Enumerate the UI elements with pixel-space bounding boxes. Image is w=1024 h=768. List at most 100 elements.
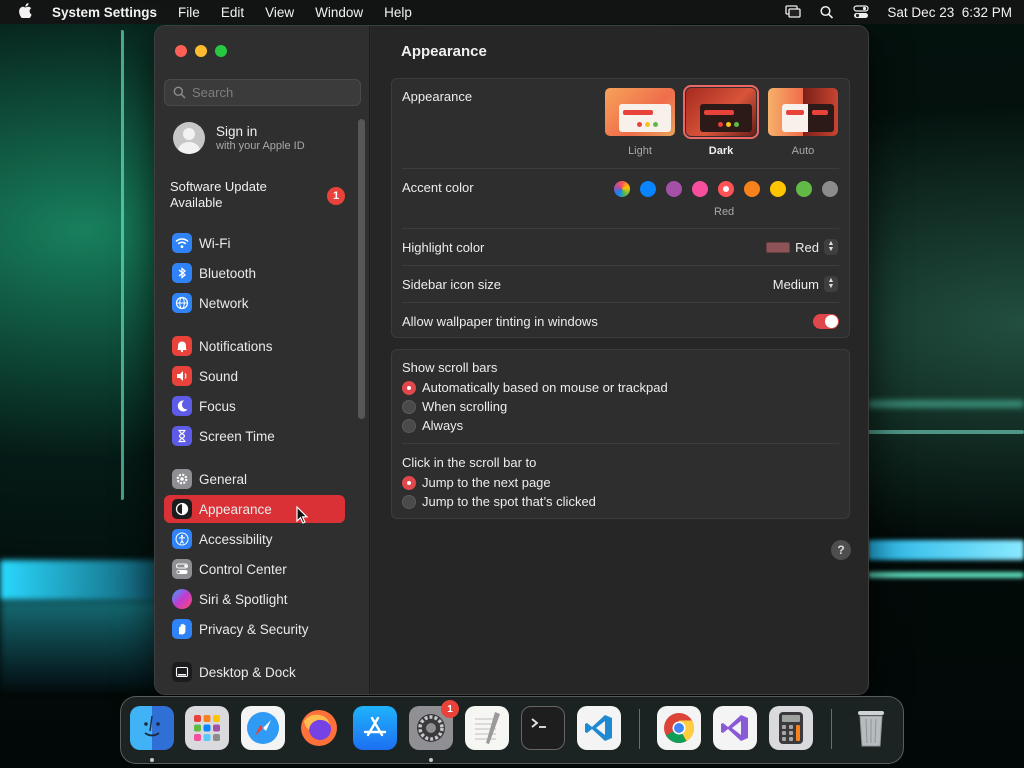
wallpaper-tinting-toggle[interactable]	[813, 314, 839, 329]
control-center-icon	[172, 559, 192, 579]
radio-label: Always	[422, 418, 464, 433]
accent-blue-swatch[interactable]	[640, 181, 656, 197]
click-scroll-option-spot-clicked[interactable]: Jump to the spot that’s clicked	[402, 494, 596, 509]
accent-pink-swatch[interactable]	[692, 181, 708, 197]
finder-icon[interactable]	[130, 706, 174, 750]
accent-orange-swatch[interactable]	[744, 181, 760, 197]
sidebar-item-bluetooth[interactable]: Bluetooth	[164, 259, 345, 287]
software-update-label: Software Update Available	[170, 179, 267, 210]
highlight-color-value: Red	[795, 239, 819, 255]
sidebar-icon-size-value: Medium	[772, 276, 819, 292]
apple-menu-icon[interactable]	[12, 3, 38, 21]
vscode-icon[interactable]	[577, 706, 621, 750]
menu-help[interactable]: Help	[384, 5, 412, 20]
accent-color-swatches	[614, 181, 838, 197]
theme-option-dark[interactable]: Dark	[683, 85, 759, 157]
radio-label: Automatically based on mouse or trackpad	[422, 380, 668, 395]
software-update-item[interactable]: Software Update Available 1	[170, 179, 345, 211]
textedit-icon[interactable]	[465, 706, 509, 750]
close-window-button[interactable]	[175, 45, 187, 57]
accent-yellow-swatch[interactable]	[770, 181, 786, 197]
app-store-icon[interactable]	[353, 706, 397, 750]
sidebar-item-general[interactable]: General	[164, 465, 345, 493]
theme-light-label: Light	[628, 145, 652, 157]
sidebar-item-control-center[interactable]: Control Center	[164, 555, 345, 583]
apple-id-signin[interactable]: Sign in with your Apple ID	[173, 122, 305, 154]
sidebar-icon-size-popup[interactable]: Medium ▲ ▼	[773, 276, 838, 292]
accent-red-swatch[interactable]	[718, 181, 734, 197]
accent-purple-swatch[interactable]	[666, 181, 682, 197]
scroll-bar-settings-group: Show scroll bars Automatically based on …	[391, 349, 850, 519]
sidebar-item-network[interactable]: Network	[164, 289, 345, 317]
dock-icon	[172, 662, 192, 682]
firefox-icon[interactable]	[297, 706, 341, 750]
system-settings-icon[interactable]: 1	[409, 700, 459, 750]
menu-clock[interactable]: Sat Dec 23 6:32 PM	[887, 5, 1012, 20]
system-settings-badge: 1	[441, 700, 459, 718]
software-update-badge: 1	[327, 187, 345, 205]
theme-dark-thumbnail	[683, 85, 759, 139]
scroll-bars-option-automatic[interactable]: Automatically based on mouse or trackpad	[402, 380, 668, 395]
signin-title: Sign in	[216, 124, 258, 139]
menu-edit[interactable]: Edit	[221, 5, 244, 20]
sidebar-item-sound[interactable]: Sound	[164, 362, 345, 390]
launchpad-icon[interactable]	[185, 706, 229, 750]
menu-view[interactable]: View	[265, 5, 294, 20]
theme-auto-label: Auto	[791, 145, 815, 157]
scroll-bars-option-when-scrolling[interactable]: When scrolling	[402, 399, 507, 414]
avatar-icon	[173, 122, 205, 154]
chrome-icon[interactable]	[657, 706, 701, 750]
radio-selected	[402, 380, 416, 395]
accent-multicolor-swatch[interactable]	[614, 181, 630, 197]
sidebar-item-notifications[interactable]: Notifications	[164, 332, 345, 360]
sidebar-item-wifi[interactable]: Wi-Fi	[164, 229, 345, 257]
theme-dark-label: Dark	[708, 145, 734, 157]
sidebar-item-focus[interactable]: Focus	[164, 392, 345, 420]
search-field[interactable]	[164, 79, 361, 106]
sidebar-item-screen-time[interactable]: Screen Time	[164, 422, 345, 450]
menu-file[interactable]: File	[178, 5, 200, 20]
theme-option-auto[interactable]: Auto	[768, 88, 838, 157]
sidebar-item-label: Siri & Spotlight	[199, 591, 288, 607]
search-icon	[173, 86, 186, 99]
sidebar-item-desktop-dock[interactable]: Desktop & Dock	[164, 658, 345, 686]
highlight-color-popup[interactable]: Red ▲ ▼	[766, 239, 838, 255]
help-button[interactable]: ?	[831, 540, 851, 560]
sidebar-item-siri-spotlight[interactable]: Siri & Spotlight	[164, 585, 345, 613]
wifi-icon	[172, 233, 192, 253]
accent-color-label: Accent color	[402, 180, 474, 195]
menu-app-name[interactable]: System Settings	[52, 5, 157, 20]
sidebar-item-label: Network	[199, 295, 249, 311]
search-input[interactable]	[192, 85, 352, 100]
menu-window[interactable]: Window	[315, 5, 363, 20]
radio-unselected	[402, 418, 416, 433]
sidebar-item-label: Notifications	[199, 338, 273, 354]
accent-green-swatch[interactable]	[796, 181, 812, 197]
gear-icon	[172, 469, 192, 489]
screen-mirroring-icon[interactable]	[785, 5, 802, 19]
safari-icon[interactable]	[241, 706, 285, 750]
sidebar-item-label: Appearance	[199, 501, 272, 517]
sidebar-item-label: Control Center	[199, 561, 287, 577]
hourglass-icon	[172, 426, 192, 446]
calculator-icon[interactable]	[769, 706, 813, 750]
sidebar-scrollbar[interactable]	[358, 119, 365, 419]
sidebar-item-privacy-security[interactable]: Privacy & Security	[164, 615, 345, 643]
sidebar-item-label: Privacy & Security	[199, 621, 309, 637]
sidebar-item-appearance[interactable]: Appearance	[164, 495, 345, 523]
mouse-cursor-icon	[296, 505, 309, 527]
trash-icon[interactable]	[849, 706, 893, 750]
zoom-window-button[interactable]	[215, 45, 227, 57]
terminal-icon[interactable]	[521, 706, 565, 750]
spotlight-search-icon[interactable]	[819, 5, 835, 19]
theme-option-light[interactable]: Light	[605, 88, 675, 157]
sidebar-item-label: Accessibility	[199, 531, 273, 547]
control-center-icon[interactable]	[853, 5, 870, 19]
sidebar-icon-size-label: Sidebar icon size	[402, 277, 501, 292]
scroll-bars-option-always[interactable]: Always	[402, 418, 463, 433]
click-scroll-option-next-page[interactable]: Jump to the next page	[402, 475, 551, 490]
minimize-window-button[interactable]	[195, 45, 207, 57]
visual-studio-icon[interactable]	[713, 706, 757, 750]
accent-graphite-swatch[interactable]	[822, 181, 838, 197]
sidebar-item-accessibility[interactable]: Accessibility	[164, 525, 345, 553]
